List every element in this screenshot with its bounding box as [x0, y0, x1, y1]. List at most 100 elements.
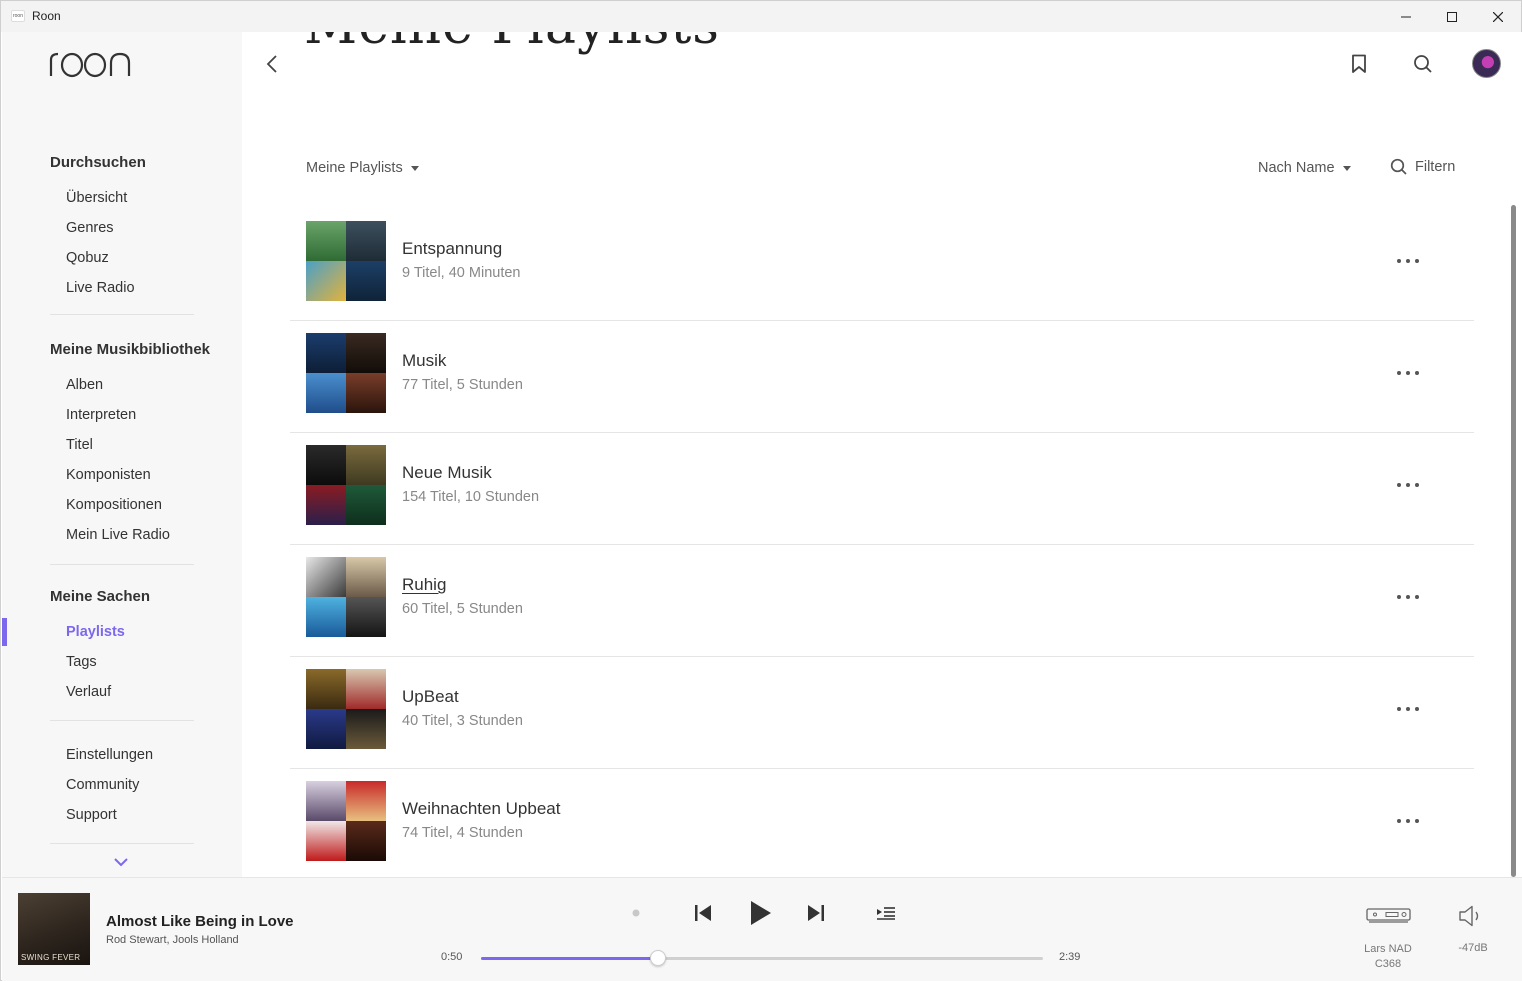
- nav-item-playlists[interactable]: Playlists: [66, 624, 125, 640]
- app-window: roon Roon Durchsuchen Übersicht Genres Q…: [0, 0, 1522, 981]
- sort-label: Nach Name: [1258, 160, 1335, 176]
- back-button[interactable]: [264, 54, 280, 79]
- nav-item-komponisten[interactable]: Komponisten: [66, 467, 151, 483]
- nav-item-live-radio[interactable]: Live Radio: [66, 280, 135, 296]
- playlist-row[interactable]: Neue Musik 154 Titel, 10 Stunden: [290, 433, 1474, 545]
- bookmark-button[interactable]: [1350, 54, 1368, 79]
- more-options-icon[interactable]: [1396, 592, 1420, 602]
- playlist-row[interactable]: Ruhig 60 Titel, 5 Stunden: [290, 545, 1474, 657]
- close-button[interactable]: [1475, 1, 1521, 32]
- radio-dot-icon[interactable]: [632, 909, 640, 917]
- playlist-subtitle: 9 Titel, 40 Minuten: [402, 265, 521, 281]
- playlist-filter-dropdown[interactable]: Meine Playlists: [306, 160, 419, 176]
- section-title-musikbibliothek: Meine Musikbibliothek: [50, 341, 211, 358]
- cover-text: SWING FEVER: [21, 953, 81, 962]
- playlist-cover[interactable]: [306, 333, 386, 413]
- playlist-subtitle: 60 Titel, 5 Stunden: [402, 601, 523, 617]
- maximize-button[interactable]: [1429, 1, 1475, 32]
- volume-level[interactable]: -47dB: [1448, 942, 1498, 954]
- bookmark-icon: [1352, 54, 1366, 73]
- main-content: Meine Playlists Meine Playlists Nach Nam…: [242, 32, 1522, 877]
- nav-item-kompositionen[interactable]: Kompositionen: [66, 497, 162, 513]
- sort-dropdown[interactable]: Nach Name: [1258, 160, 1351, 176]
- zone-name[interactable]: Lars NAD C368: [1352, 942, 1424, 972]
- playlist-subtitle: 77 Titel, 5 Stunden: [402, 377, 523, 393]
- nav-divider: [50, 720, 194, 721]
- playlist-row[interactable]: UpBeat 40 Titel, 3 Stunden: [290, 657, 1474, 769]
- minimize-button[interactable]: [1383, 1, 1429, 32]
- playlist-cover[interactable]: [306, 221, 386, 301]
- playlist-title[interactable]: Ruhig: [402, 575, 446, 595]
- playlist-cover[interactable]: [306, 445, 386, 525]
- nav-divider: [50, 314, 194, 315]
- now-playing-cover[interactable]: SWING FEVER: [18, 893, 90, 965]
- previous-track-icon[interactable]: [694, 904, 712, 922]
- total-duration: 2:39: [1059, 951, 1081, 963]
- chevron-down-icon: [114, 858, 128, 867]
- page-title: Meine Playlists: [304, 32, 720, 56]
- seek-bar[interactable]: [481, 950, 1043, 966]
- volume-icon[interactable]: [1458, 905, 1484, 927]
- more-options-icon[interactable]: [1396, 480, 1420, 490]
- playlist-subtitle: 40 Titel, 3 Stunden: [402, 713, 523, 729]
- elapsed-time: 0:50: [441, 951, 463, 963]
- playlist-title[interactable]: Neue Musik: [402, 463, 492, 483]
- nav-item-uebersicht[interactable]: Übersicht: [66, 190, 127, 206]
- nav-item-tags[interactable]: Tags: [66, 654, 97, 670]
- now-playing-title[interactable]: Almost Like Being in Love: [106, 913, 294, 930]
- filter-button[interactable]: Filtern: [1390, 158, 1455, 176]
- playlist-row[interactable]: Musik 77 Titel, 5 Stunden: [290, 321, 1474, 433]
- chevron-left-icon: [266, 55, 277, 73]
- filter-label: Filtern: [1415, 159, 1456, 175]
- playlist-cover[interactable]: [306, 781, 386, 861]
- nav-item-qobuz[interactable]: Qobuz: [66, 250, 109, 266]
- nav-item-community[interactable]: Community: [66, 777, 139, 793]
- nav-item-mein-live-radio[interactable]: Mein Live Radio: [66, 527, 170, 543]
- more-options-icon[interactable]: [1396, 368, 1420, 378]
- close-icon: [1493, 11, 1503, 22]
- play-icon[interactable]: [748, 900, 772, 926]
- more-options-icon[interactable]: [1396, 816, 1420, 826]
- playlist-row[interactable]: Entspannung 9 Titel, 40 Minuten: [290, 209, 1474, 321]
- playlist-title[interactable]: Entspannung: [402, 239, 502, 259]
- seek-bar-handle[interactable]: [649, 950, 666, 966]
- active-nav-marker: [2, 618, 7, 646]
- more-options-icon[interactable]: [1396, 704, 1420, 714]
- profile-avatar[interactable]: [1472, 49, 1501, 78]
- minimize-icon: [1401, 16, 1411, 17]
- playlist-filter-label: Meine Playlists: [306, 160, 403, 176]
- sidebar: Durchsuchen Übersicht Genres Qobuz Live …: [2, 32, 242, 877]
- next-track-icon[interactable]: [807, 904, 825, 922]
- audio-device-icon[interactable]: [1366, 906, 1412, 926]
- playlist-title[interactable]: Musik: [402, 351, 446, 371]
- seek-bar-fill: [481, 957, 658, 960]
- search-icon: [1390, 158, 1407, 175]
- search-button[interactable]: [1413, 54, 1433, 79]
- caret-down-icon: [410, 165, 419, 171]
- nav-item-alben[interactable]: Alben: [66, 377, 103, 393]
- playlist-title[interactable]: UpBeat: [402, 687, 459, 707]
- now-playing-artist[interactable]: Rod Stewart, Jools Holland: [106, 934, 239, 946]
- section-title-meine-sachen: Meine Sachen: [50, 588, 151, 605]
- caret-down-icon: [1342, 165, 1351, 171]
- playlist-cover[interactable]: [306, 557, 386, 637]
- nav-item-verlauf[interactable]: Verlauf: [66, 684, 111, 700]
- nav-item-support[interactable]: Support: [66, 807, 117, 823]
- playlist-cover[interactable]: [306, 669, 386, 749]
- roon-logo[interactable]: [48, 46, 134, 83]
- playlist-list: Entspannung 9 Titel, 40 Minuten Musik 77…: [290, 209, 1474, 877]
- nav-item-titel[interactable]: Titel: [66, 437, 93, 453]
- player-bar: SWING FEVER Almost Like Being in Love Ro…: [2, 877, 1522, 981]
- nav-item-genres[interactable]: Genres: [66, 220, 114, 236]
- maximize-icon: [1447, 11, 1457, 22]
- search-icon: [1414, 55, 1432, 73]
- queue-icon[interactable]: [876, 905, 896, 921]
- nav-item-interpreten[interactable]: Interpreten: [66, 407, 136, 423]
- playlist-title[interactable]: Weihnachten Upbeat: [402, 799, 560, 819]
- more-options-icon[interactable]: [1396, 256, 1420, 266]
- roon-app-icon: roon: [11, 10, 25, 22]
- sidebar-expand-button[interactable]: [114, 854, 128, 872]
- scrollbar[interactable]: [1511, 205, 1516, 877]
- nav-item-einstellungen[interactable]: Einstellungen: [66, 747, 153, 763]
- playlist-row[interactable]: Weihnachten Upbeat 74 Titel, 4 Stunden: [290, 769, 1474, 877]
